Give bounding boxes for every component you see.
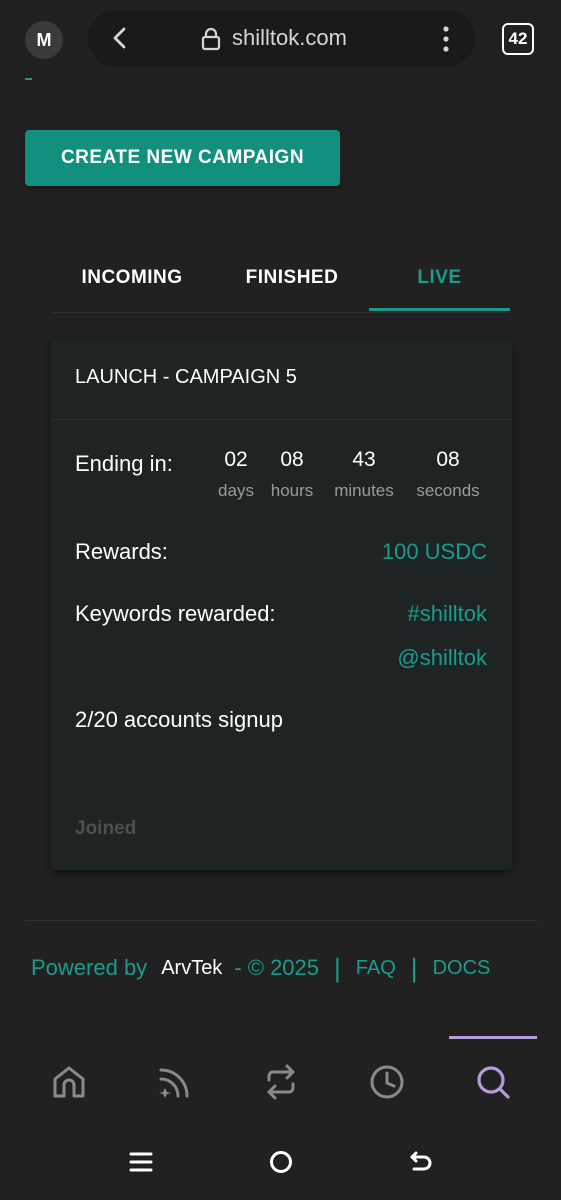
countdown-minutes: 43 xyxy=(352,448,376,471)
countdown-hours: 08 xyxy=(280,448,304,471)
copyright-text: - © 2025 xyxy=(234,955,320,980)
swap-icon[interactable] xyxy=(261,1062,301,1102)
ending-in-label: Ending in: xyxy=(75,451,173,476)
countdown-days: 02 xyxy=(224,448,248,471)
countdown-seconds-label: seconds xyxy=(416,481,480,500)
active-tab-indicator xyxy=(369,308,510,311)
bottom-nav xyxy=(0,1036,561,1126)
keyword-item: #shilltok xyxy=(407,601,487,626)
profile-avatar[interactable]: M xyxy=(25,21,63,59)
joined-button[interactable]: Joined xyxy=(75,818,136,840)
docs-link[interactable]: DOCS xyxy=(433,957,491,980)
url-bar[interactable]: shilltok.com xyxy=(88,10,475,67)
keywords-label: Keywords rewarded: xyxy=(75,601,276,626)
active-nav-indicator xyxy=(449,1036,537,1039)
search-icon[interactable] xyxy=(473,1062,513,1102)
countdown-minutes-label: minutes xyxy=(334,481,394,500)
footer: Powered by ArvTek - © 2025 | FAQ | DOCS xyxy=(31,952,490,984)
countdown-seconds: 08 xyxy=(436,448,460,471)
tab-finished[interactable]: FINISHED xyxy=(212,244,372,312)
rewards-label: Rewards: xyxy=(75,539,168,564)
campaign-title: LAUNCH - CAMPAIGN 5 xyxy=(75,366,297,388)
recent-apps-icon[interactable] xyxy=(126,1147,156,1177)
home-button-icon[interactable] xyxy=(266,1147,296,1177)
tab-live[interactable]: LIVE xyxy=(369,244,510,312)
tab-switcher-button[interactable]: 42 xyxy=(502,23,534,55)
campaign-tabs: INCOMING FINISHED LIVE xyxy=(52,244,510,313)
more-menu-icon[interactable] xyxy=(438,24,454,54)
campaign-card: LAUNCH - CAMPAIGN 5 Ending in: 02 days 0… xyxy=(51,339,512,870)
rewards-value: 100 USDC xyxy=(381,539,487,564)
tab-incoming[interactable]: INCOMING xyxy=(52,244,212,312)
faq-link[interactable]: FAQ xyxy=(356,957,396,980)
history-icon[interactable] xyxy=(367,1062,407,1102)
separator: | xyxy=(334,952,341,983)
footer-divider xyxy=(25,920,537,921)
url-text[interactable]: shilltok.com xyxy=(232,25,347,51)
divider xyxy=(25,78,32,80)
powered-by-text: Powered by xyxy=(31,955,148,980)
separator: | xyxy=(410,952,418,983)
system-nav-bar xyxy=(0,1130,561,1200)
browser-top-bar: M shilltok.com 42 xyxy=(0,0,561,80)
signup-count: 2/20 accounts signup xyxy=(75,707,283,732)
card-divider xyxy=(51,419,512,420)
back-arrow-icon[interactable] xyxy=(106,24,134,52)
back-button-icon[interactable] xyxy=(406,1147,436,1177)
brand-link[interactable]: ArvTek xyxy=(161,957,222,980)
feed-icon[interactable] xyxy=(155,1062,195,1102)
keyword-item: @shilltok xyxy=(397,645,487,670)
home-icon[interactable] xyxy=(49,1062,89,1102)
create-campaign-button[interactable]: CREATE NEW CAMPAIGN xyxy=(25,130,340,186)
lock-icon xyxy=(201,27,221,51)
